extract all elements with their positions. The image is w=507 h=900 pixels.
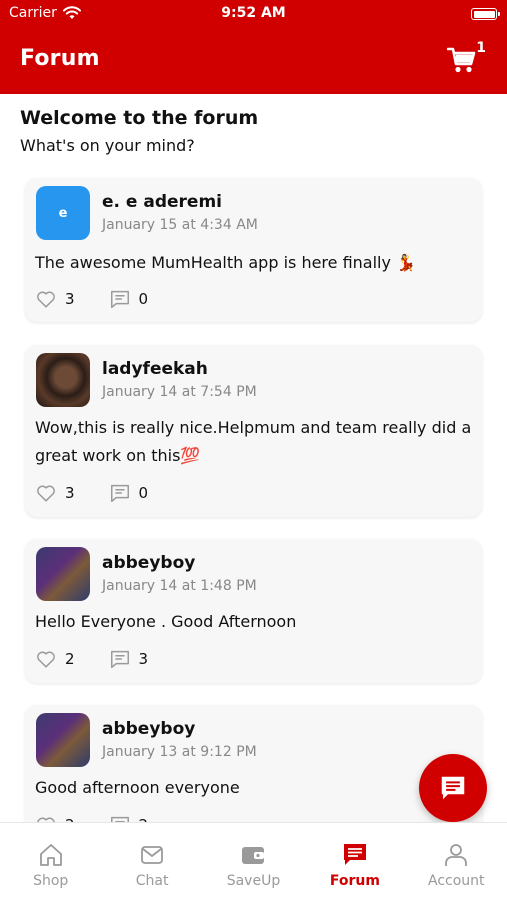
tab-saveup[interactable]: SaveUp — [203, 823, 304, 900]
comment-icon[interactable] — [109, 482, 131, 504]
welcome-heading: Welcome to the forum — [20, 107, 259, 129]
post-body: Hello Everyone . Good Afternoon — [35, 612, 297, 631]
post-date: January 13 at 9:12 PM — [102, 744, 257, 760]
tab-label: Shop — [33, 873, 69, 889]
post-card[interactable]: ladyfeekah January 14 at 7:54 PM Wow,thi… — [25, 345, 482, 517]
post-body: The awesome MumHealth app is here finall… — [35, 253, 416, 272]
like-count: 3 — [65, 484, 75, 502]
post-card[interactable]: e e. e aderemi January 15 at 4:34 AM The… — [25, 178, 482, 322]
post-date: January 14 at 1:48 PM — [102, 578, 257, 594]
comment-icon[interactable] — [109, 288, 131, 310]
message-icon — [441, 776, 465, 800]
home-icon — [39, 844, 62, 866]
post-date: January 14 at 7:54 PM — [102, 384, 257, 400]
post-body: Wow,this is really nice.Helpmum and team… — [35, 418, 472, 465]
heart-icon[interactable] — [35, 482, 57, 504]
app-header: Carrier 9:52 AM Forum 1 — [0, 0, 507, 94]
post-stats: 3 0 — [35, 482, 182, 504]
like-stat[interactable]: 2 — [35, 648, 75, 670]
like-stat[interactable]: 3 — [35, 482, 75, 504]
tab-forum[interactable]: Forum — [304, 823, 405, 900]
avatar[interactable] — [36, 547, 90, 601]
status-time: 9:52 AM — [221, 5, 286, 21]
post-author[interactable]: abbeyboy — [102, 553, 195, 573]
like-count: 3 — [65, 290, 75, 308]
tab-account[interactable]: Account — [406, 823, 507, 900]
post-card[interactable]: abbeyboy January 14 at 1:48 PM Hello Eve… — [25, 539, 482, 683]
tab-label: Chat — [135, 873, 169, 889]
tab-shop[interactable]: Shop — [0, 823, 101, 900]
chat-icon — [141, 846, 163, 864]
battery-icon — [471, 8, 500, 20]
post-body: Good afternoon everyone — [35, 778, 240, 797]
bottom-tab-bar: Shop Chat SaveUp Forum Account — [0, 822, 507, 900]
tab-label: SaveUp — [226, 873, 281, 889]
avatar-letter: e — [58, 205, 68, 221]
avatar[interactable] — [36, 353, 90, 407]
heart-icon[interactable] — [35, 648, 57, 670]
post-author[interactable]: ladyfeekah — [102, 359, 208, 379]
status-bar: Carrier 9:52 AM — [0, 0, 507, 30]
post-author[interactable]: abbeyboy — [102, 719, 195, 739]
post-author[interactable]: e. e aderemi — [102, 192, 222, 212]
tab-chat[interactable]: Chat — [101, 823, 202, 900]
comment-stat[interactable]: 3 — [109, 648, 149, 670]
comment-count: 0 — [138, 290, 149, 308]
new-post-button[interactable] — [419, 754, 487, 822]
avatar[interactable]: e — [36, 186, 90, 240]
like-stat[interactable]: 3 — [35, 288, 75, 310]
comment-count: 3 — [138, 650, 149, 668]
forum-icon — [343, 844, 366, 865]
tab-label: Account — [427, 873, 485, 889]
wallet-icon — [242, 847, 265, 864]
cart-badge: 1 — [476, 40, 486, 56]
comment-icon[interactable] — [109, 648, 131, 670]
heart-icon[interactable] — [35, 288, 57, 310]
like-count: 2 — [65, 650, 75, 668]
person-icon — [445, 844, 468, 866]
cart-icon[interactable] — [447, 46, 477, 74]
comment-stat[interactable]: 0 — [109, 482, 149, 504]
post-stats: 2 3 — [35, 648, 182, 670]
page-title: Forum — [20, 46, 100, 71]
avatar[interactable] — [36, 713, 90, 767]
post-stats: 3 0 — [35, 288, 182, 310]
post-date: January 15 at 4:34 AM — [102, 217, 258, 233]
comment-count: 0 — [138, 484, 149, 502]
comment-stat[interactable]: 0 — [109, 288, 149, 310]
prompt-text[interactable]: What's on your mind? — [20, 136, 195, 155]
tab-label: Forum — [329, 873, 380, 889]
